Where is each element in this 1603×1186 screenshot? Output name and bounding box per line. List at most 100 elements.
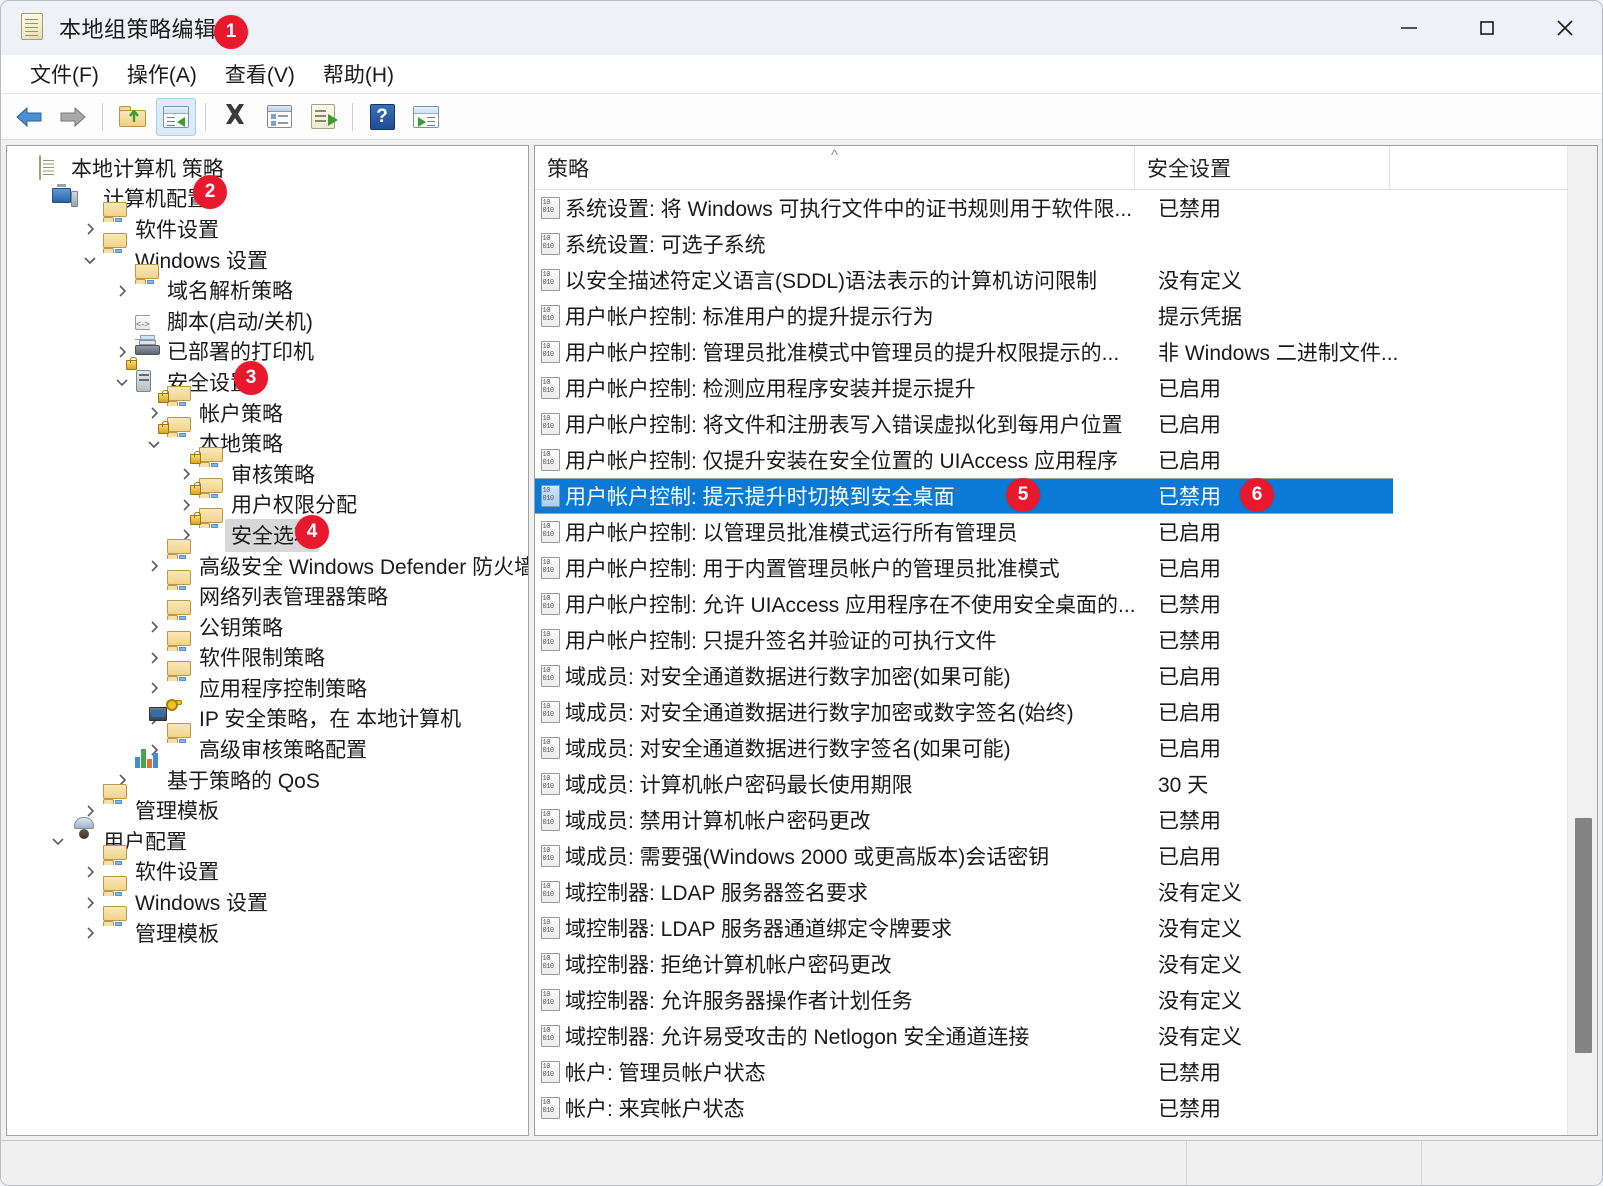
list-row[interactable]: 域控制器: LDAP 服务器签名要求 没有定义	[535, 874, 1597, 910]
list-row[interactable]: 域控制器: LDAP 服务器通道绑定令牌要求 没有定义	[535, 910, 1597, 946]
maximize-button[interactable]	[1448, 1, 1526, 55]
tree-item[interactable]: 计算机配置	[7, 183, 528, 215]
list-row[interactable]: 域成员: 对安全通道数据进行数字签名(如果可能) 已启用	[535, 730, 1597, 766]
tree-item[interactable]: 安全选项	[7, 508, 528, 552]
properties-button[interactable]	[259, 98, 299, 136]
list-row[interactable]: 域成员: 对安全通道数据进行数字加密或数字签名(始终) 已启用	[535, 694, 1597, 730]
list-row[interactable]: 域控制器: 拒绝计算机帐户密码更改 没有定义	[535, 946, 1597, 982]
chevron-down-icon[interactable]	[143, 437, 165, 451]
policy-setting-icon	[535, 773, 565, 795]
delete-button[interactable]	[215, 98, 255, 136]
column-header-security-setting[interactable]: 安全设置	[1134, 146, 1389, 190]
chevron-right-icon[interactable]	[111, 284, 133, 298]
list-row[interactable]: 帐户: 管理员帐户状态 已禁用	[535, 1054, 1597, 1090]
console-tree-pane[interactable]: 本地计算机 策略计算机配置软件设置Windows 设置域名解析策略<-><->脚…	[6, 145, 529, 1136]
policy-list-pane[interactable]: 策略 ^ 安全设置 系统设置: 将 Windows 可执行文件中的证书规则用于软…	[534, 145, 1598, 1136]
list-row[interactable]: 域成员: 禁用计算机帐户密码更改 已禁用	[535, 802, 1597, 838]
chevron-right-icon[interactable]	[143, 651, 165, 665]
chevron-right-icon[interactable]	[79, 222, 101, 236]
chevron-down-icon[interactable]	[79, 253, 101, 267]
chevron-right-icon[interactable]	[111, 345, 133, 359]
tree-item[interactable]: 已部署的打印机	[7, 334, 528, 368]
list-row[interactable]: 域成员: 计算机帐户密码最长使用期限 30 天	[535, 766, 1597, 802]
tree-item[interactable]: IP 安全策略，在 本地计算机	[7, 698, 528, 735]
list-vertical-scrollbar[interactable]	[1567, 146, 1597, 1135]
tree-item[interactable]: 软件设置	[7, 202, 528, 245]
forward-button[interactable]	[53, 98, 93, 136]
menu-help[interactable]: 帮助(H)	[310, 56, 407, 92]
column-header-empty[interactable]	[1389, 146, 1597, 190]
list-row[interactable]: 系统设置: 将 Windows 可执行文件中的证书规则用于软件限... 已禁用	[535, 190, 1597, 226]
list-row-name: 帐户: 管理员帐户状态	[565, 1062, 766, 1085]
list-row[interactable]: 用户帐户控制: 仅提升安装在安全位置的 UIAccess 应用程序 已启用	[535, 442, 1597, 478]
list-row[interactable]: 用户帐户控制: 允许 UIAccess 应用程序在不使用安全桌面的... 已禁用	[535, 586, 1597, 622]
tree-item[interactable]: 审核策略	[7, 447, 528, 490]
tree-item[interactable]: 基于策略的 QoS	[7, 749, 528, 796]
list-row-value: 没有定义	[1158, 1026, 1242, 1049]
policy-setting-icon	[535, 377, 565, 399]
list-row[interactable]: 用户帐户控制: 只提升签名并验证的可执行文件 已禁用	[535, 622, 1597, 658]
list-row[interactable]: 域成员: 对安全通道数据进行数字加密(如果可能) 已启用	[535, 658, 1597, 694]
list-column-headers: 策略 ^ 安全设置	[535, 146, 1597, 190]
list-row[interactable]: 以安全描述符定义语言(SDDL)语法表示的计算机访问限制 没有定义	[535, 262, 1597, 298]
chevron-right-icon[interactable]	[79, 804, 101, 818]
tree-item[interactable]: 本地计算机 策略	[7, 153, 528, 184]
tree-item[interactable]: <-><->脚本(启动/关机)	[7, 306, 528, 355]
chevron-right-icon[interactable]	[79, 865, 101, 879]
show-hide-console-tree-button[interactable]	[156, 97, 196, 136]
menu-action[interactable]: 操作(A)	[114, 56, 210, 92]
help-button[interactable]: ?	[362, 98, 402, 136]
tree-item[interactable]: 用户配置	[7, 817, 528, 857]
chevron-right-icon[interactable]	[79, 926, 101, 940]
tree-item[interactable]: 帐户策略	[7, 386, 528, 429]
list-row[interactable]: 用户帐户控制: 以管理员批准模式运行所有管理员 已启用	[535, 514, 1597, 550]
menu-file[interactable]: 文件(F)	[17, 56, 112, 92]
tree-item[interactable]: 用户权限分配	[7, 477, 528, 521]
list-scrollbar-thumb[interactable]	[1575, 818, 1592, 1053]
tree-item[interactable]: 管理模板	[7, 906, 528, 949]
list-row[interactable]: 用户帐户控制: 管理员批准模式中管理员的提升权限提示的... 非 Windows …	[535, 334, 1597, 370]
show-action-pane-button[interactable]	[406, 98, 446, 136]
list-row-value: 已禁用	[1158, 594, 1221, 617]
list-row[interactable]: 帐户: 来宾帐户状态 已禁用	[535, 1090, 1597, 1126]
chevron-down-icon[interactable]	[111, 375, 133, 389]
delete-icon	[222, 101, 248, 132]
list-row[interactable]: 域控制器: 允许易受攻击的 Netlogon 安全通道连接 没有定义	[535, 1018, 1597, 1054]
chevron-right-icon[interactable]	[143, 559, 165, 573]
tree-item[interactable]: 高级安全 Windows Defender 防火墙	[7, 539, 528, 582]
list-row[interactable]: 域控制器: 允许服务器操作者计划任务 没有定义	[535, 982, 1597, 1018]
chevron-right-icon[interactable]	[143, 620, 165, 634]
list-row-selected[interactable]: 用户帐户控制: 提示提升时切换到安全桌面已禁用	[535, 478, 1597, 514]
list-row[interactable]: 用户帐户控制: 标准用户的提升提示行为 提示凭据	[535, 298, 1597, 334]
chevron-down-icon[interactable]	[47, 834, 69, 848]
chevron-right-icon[interactable]	[79, 896, 101, 910]
chevron-right-icon[interactable]	[175, 467, 197, 481]
list-row[interactable]: 用户帐户控制: 用于内置管理员帐户的管理员批准模式 已启用	[535, 550, 1597, 586]
tree-item[interactable]: Windows 设置	[7, 233, 528, 276]
list-row-value: 已启用	[1158, 378, 1221, 401]
chevron-right-icon[interactable]	[143, 681, 165, 695]
tree-item[interactable]: 高级审核策略配置	[7, 722, 528, 765]
chevron-right-icon[interactable]	[143, 406, 165, 420]
list-row[interactable]: 用户帐户控制: 检测应用程序安装并提示提升 已启用	[535, 370, 1597, 406]
close-button[interactable]	[1526, 1, 1602, 55]
menu-view[interactable]: 查看(V)	[212, 56, 308, 92]
tree-item[interactable]: 本地策略	[7, 416, 528, 459]
list-row[interactable]: 用户帐户控制: 将文件和注册表写入错误虚拟化到每用户位置 已启用	[535, 406, 1597, 442]
up-one-level-button[interactable]	[112, 98, 152, 136]
list-row[interactable]: 域成员: 需要强(Windows 2000 或更高版本)会话密钥 已启用	[535, 838, 1597, 874]
column-header-policy[interactable]: 策略 ^	[535, 146, 1134, 190]
tree-item[interactable]: 网络列表管理器策略	[7, 569, 528, 612]
export-list-button[interactable]	[303, 98, 343, 136]
tree-item[interactable]: Windows 设置	[7, 875, 528, 918]
list-row[interactable]: 系统设置: 可选子系统	[535, 226, 1597, 262]
minimize-button[interactable]	[1370, 1, 1448, 55]
tree-item[interactable]: 软件设置	[7, 844, 528, 888]
chevron-right-icon[interactable]	[175, 498, 197, 512]
tree-item[interactable]: 应用程序控制策略	[7, 661, 528, 704]
tree-item[interactable]: 软件限制策略	[7, 630, 528, 674]
back-button[interactable]	[9, 98, 49, 136]
tree-item[interactable]: 公钥策略	[7, 600, 528, 643]
tree-item[interactable]: 安全设置	[7, 357, 528, 398]
tree-item[interactable]: 域名解析策略	[7, 263, 528, 306]
